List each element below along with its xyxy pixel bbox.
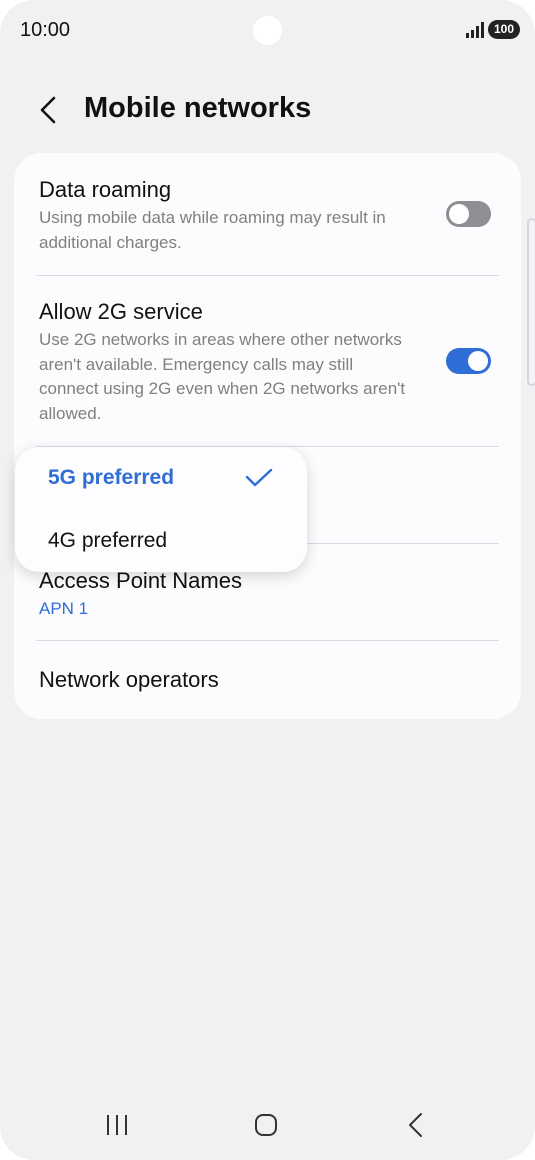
- allow-2g-title: Allow 2G service: [39, 299, 203, 324]
- status-time: 10:00: [20, 19, 71, 41]
- chevron-left-icon[interactable]: [30, 90, 70, 130]
- signal-bars-icon: [466, 22, 484, 38]
- back-icon[interactable]: [396, 1107, 436, 1143]
- option-label: 4G preferred: [48, 529, 168, 552]
- apn-value: APN 1: [39, 599, 89, 618]
- checkmark-icon: [245, 468, 273, 487]
- camera-cutout: [253, 16, 282, 45]
- toggle-knob: [449, 204, 469, 224]
- option-label: 5G preferred: [48, 466, 175, 489]
- data-roaming-toggle[interactable]: [446, 201, 491, 227]
- option-5g-preferred[interactable]: 5G preferred: [15, 447, 307, 509]
- header: Mobile networks: [0, 80, 535, 140]
- navigation-bar: [0, 1095, 535, 1155]
- data-roaming-row[interactable]: Data roaming Using mobile data while roa…: [14, 153, 521, 275]
- page-title: Mobile networks: [84, 92, 312, 124]
- settings-card: Data roaming Using mobile data while roa…: [14, 153, 521, 719]
- data-roaming-description: Using mobile data while roaming may resu…: [39, 208, 386, 252]
- allow-2g-toggle[interactable]: [446, 348, 491, 374]
- toggle-knob: [468, 351, 488, 371]
- network-operators-title: Network operators: [39, 667, 219, 692]
- option-4g-preferred[interactable]: 4G preferred: [15, 509, 307, 571]
- network-operators-row[interactable]: Network operators: [14, 641, 521, 719]
- recents-icon[interactable]: [97, 1107, 137, 1143]
- home-icon[interactable]: [246, 1107, 286, 1143]
- scroll-indicator[interactable]: [527, 218, 535, 386]
- status-bar: 10:00 100: [0, 0, 535, 60]
- network-mode-dropdown: 5G preferred 4G preferred: [15, 447, 307, 572]
- allow-2g-row[interactable]: Allow 2G service Use 2G networks in area…: [14, 276, 521, 446]
- battery-icon: 100: [488, 20, 520, 39]
- allow-2g-description: Use 2G networks in areas where other net…: [39, 330, 406, 423]
- phone-screen: 10:00 100 Mobile networks Data roaming U…: [0, 0, 535, 1160]
- data-roaming-title: Data roaming: [39, 177, 172, 202]
